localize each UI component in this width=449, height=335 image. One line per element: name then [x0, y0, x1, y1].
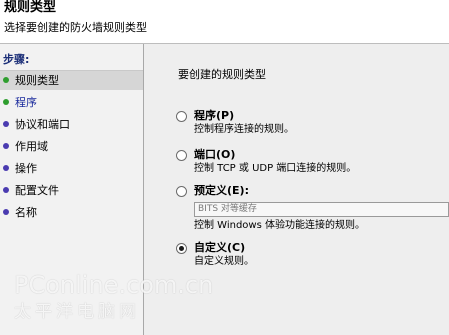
step-status-icon — [3, 165, 9, 171]
step-protocol-port: 协议和端口 — [0, 115, 143, 134]
step-label: 操作 — [15, 162, 37, 175]
step-status-icon — [3, 99, 9, 105]
step-status-icon — [3, 209, 9, 215]
custom-option-label[interactable]: 自定义(C) — [194, 241, 245, 255]
step-label: 名称 — [15, 206, 37, 219]
step-label: 规则类型 — [15, 74, 59, 87]
program-option-label[interactable]: 程序(P) — [194, 109, 234, 123]
page-title: 规则类型 — [4, 0, 57, 15]
predefined-radio[interactable] — [176, 186, 187, 197]
step-status-icon — [3, 121, 9, 127]
step-label: 作用域 — [15, 140, 48, 153]
port-radio[interactable] — [176, 150, 187, 161]
rule-type-panel: 要创建的规则类型 程序(P) 控制程序连接的规则。 端口(O) 控制 TCP 或… — [144, 44, 449, 335]
step-label: 配置文件 — [15, 184, 59, 197]
step-name: 名称 — [0, 203, 143, 222]
step-label: 程序 — [15, 96, 37, 109]
step-profile: 配置文件 — [0, 181, 143, 200]
step-status-icon — [3, 77, 9, 83]
custom-option-description: 自定义规则。 — [194, 256, 254, 267]
step-program[interactable]: 程序 — [0, 93, 143, 112]
step-status-icon — [3, 187, 9, 193]
step-scope: 作用域 — [0, 137, 143, 156]
predefined-option-description: 控制 Windows 体验功能连接的规则。 — [194, 220, 365, 231]
steps-heading: 步骤: — [3, 53, 30, 66]
predefined-select[interactable]: BITS 对等缓存 — [194, 202, 449, 217]
step-action: 操作 — [0, 159, 143, 178]
steps-sidebar: 步骤: 规则类型 程序 协议和端口 作用域 操作 配置文件 名称 — [0, 44, 144, 335]
custom-radio[interactable] — [176, 243, 187, 254]
step-status-icon — [3, 143, 9, 149]
program-option-description: 控制程序连接的规则。 — [194, 124, 294, 135]
page-header: 规则类型 选择要创建的防火墙规则类型 — [0, 0, 449, 44]
port-option-description: 控制 TCP 或 UDP 端口连接的规则。 — [194, 163, 357, 174]
rule-type-question: 要创建的规则类型 — [178, 68, 266, 81]
predefined-option-label[interactable]: 预定义(E): — [194, 184, 249, 198]
step-label: 协议和端口 — [15, 118, 70, 131]
page-subtitle: 选择要创建的防火墙规则类型 — [4, 21, 147, 34]
program-radio[interactable] — [176, 111, 187, 122]
step-rule-type: 规则类型 — [0, 71, 143, 90]
port-option-label[interactable]: 端口(O) — [194, 148, 235, 162]
